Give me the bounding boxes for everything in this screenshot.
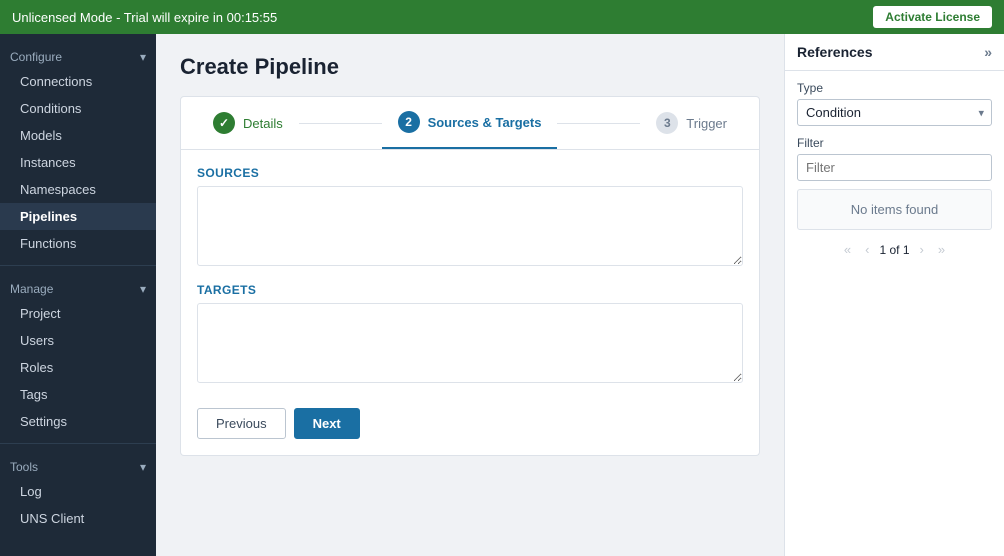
- unlicensed-mode-label: Unlicensed Mode: [12, 10, 112, 25]
- sidebar-section-tools-header[interactable]: Tools ▾: [0, 454, 156, 478]
- step-details-label: Details: [243, 116, 283, 131]
- pagination-first-button[interactable]: «: [840, 240, 855, 259]
- wizard-step-details[interactable]: ✓ Details: [197, 98, 299, 148]
- sidebar-item-log[interactable]: Log: [0, 478, 156, 505]
- main-content: Create Pipeline ✓ Details 2 Sources & Ta…: [156, 34, 784, 556]
- sidebar-item-conditions[interactable]: Conditions: [0, 95, 156, 122]
- filter-input[interactable]: [797, 154, 992, 181]
- manage-chevron-icon: ▾: [140, 282, 146, 296]
- step-sources-targets-label: Sources & Targets: [428, 115, 542, 130]
- pagination-prev-button[interactable]: ‹: [861, 240, 873, 259]
- next-button[interactable]: Next: [294, 408, 360, 439]
- sidebar-item-users[interactable]: Users: [0, 327, 156, 354]
- sources-label: Sources: [197, 166, 743, 180]
- sidebar-item-uns-client[interactable]: UNS Client: [0, 505, 156, 532]
- wizard-steps: ✓ Details 2 Sources & Targets 3 Trigger: [180, 96, 760, 150]
- sidebar-item-namespaces[interactable]: Namespaces: [0, 176, 156, 203]
- banner-text: Unlicensed Mode - Trial will expire in 0…: [12, 10, 277, 25]
- targets-textarea[interactable]: [197, 303, 743, 383]
- sidebar-item-pipelines[interactable]: Pipelines: [0, 203, 156, 230]
- previous-button[interactable]: Previous: [197, 408, 286, 439]
- sidebar-item-tags[interactable]: Tags: [0, 381, 156, 408]
- step-trigger-label: Trigger: [686, 116, 727, 131]
- references-header: References »: [785, 34, 1004, 71]
- type-select[interactable]: Condition Source Target Function: [797, 99, 992, 126]
- step-trigger-num: 3: [656, 112, 678, 134]
- trial-countdown: Trial will expire in 00:15:55: [124, 10, 277, 25]
- wizard-step-sources-targets[interactable]: 2 Sources & Targets: [382, 97, 558, 149]
- step-connector-1: [299, 123, 382, 124]
- form-actions: Previous Next: [197, 408, 743, 439]
- sidebar-item-settings[interactable]: Settings: [0, 408, 156, 435]
- banner-separator: -: [116, 10, 124, 25]
- references-panel: References » Type Condition Source Targe…: [784, 34, 1004, 556]
- pagination-last-button[interactable]: »: [934, 240, 949, 259]
- page-title: Create Pipeline: [180, 54, 760, 80]
- sidebar-section-configure-header[interactable]: Configure ▾: [0, 44, 156, 68]
- sidebar: Configure ▾ Connections Conditions Model…: [0, 34, 156, 556]
- tools-chevron-icon: ▾: [140, 460, 146, 474]
- targets-label: Targets: [197, 283, 743, 297]
- no-items-message: No items found: [797, 189, 992, 230]
- sidebar-item-connections[interactable]: Connections: [0, 68, 156, 95]
- filter-label: Filter: [797, 136, 992, 150]
- step-sources-targets-num: 2: [398, 111, 420, 133]
- sidebar-section-configure: Configure ▾ Connections Conditions Model…: [0, 38, 156, 261]
- type-label: Type: [797, 81, 992, 95]
- sidebar-item-models[interactable]: Models: [0, 122, 156, 149]
- sidebar-item-roles[interactable]: Roles: [0, 354, 156, 381]
- sidebar-section-tools: Tools ▾ Log UNS Client: [0, 448, 156, 536]
- sources-textarea[interactable]: [197, 186, 743, 266]
- activate-license-button[interactable]: Activate License: [873, 6, 992, 28]
- configure-label: Configure: [10, 50, 62, 64]
- trial-banner: Unlicensed Mode - Trial will expire in 0…: [0, 0, 1004, 34]
- manage-label: Manage: [10, 282, 53, 296]
- wizard-step-trigger[interactable]: 3 Trigger: [640, 98, 743, 148]
- step-details-num: ✓: [213, 112, 235, 134]
- sidebar-item-project[interactable]: Project: [0, 300, 156, 327]
- tools-label: Tools: [10, 460, 38, 474]
- form-card: Sources Targets Previous Next: [180, 150, 760, 456]
- pagination: « ‹ 1 of 1 › »: [797, 240, 992, 259]
- references-title: References: [797, 44, 873, 60]
- configure-chevron-icon: ▾: [140, 50, 146, 64]
- step-connector-2: [557, 123, 640, 124]
- sidebar-item-instances[interactable]: Instances: [0, 149, 156, 176]
- pagination-page-info: 1 of 1: [879, 243, 909, 257]
- pagination-next-button[interactable]: ›: [916, 240, 928, 259]
- references-body: Type Condition Source Target Function ▾ …: [785, 71, 1004, 269]
- sidebar-section-manage: Manage ▾ Project Users Roles Tags Settin…: [0, 270, 156, 439]
- sidebar-section-manage-header[interactable]: Manage ▾: [0, 276, 156, 300]
- sidebar-item-functions[interactable]: Functions: [0, 230, 156, 257]
- expand-icon[interactable]: »: [984, 44, 992, 60]
- type-select-wrapper: Condition Source Target Function ▾: [797, 99, 992, 126]
